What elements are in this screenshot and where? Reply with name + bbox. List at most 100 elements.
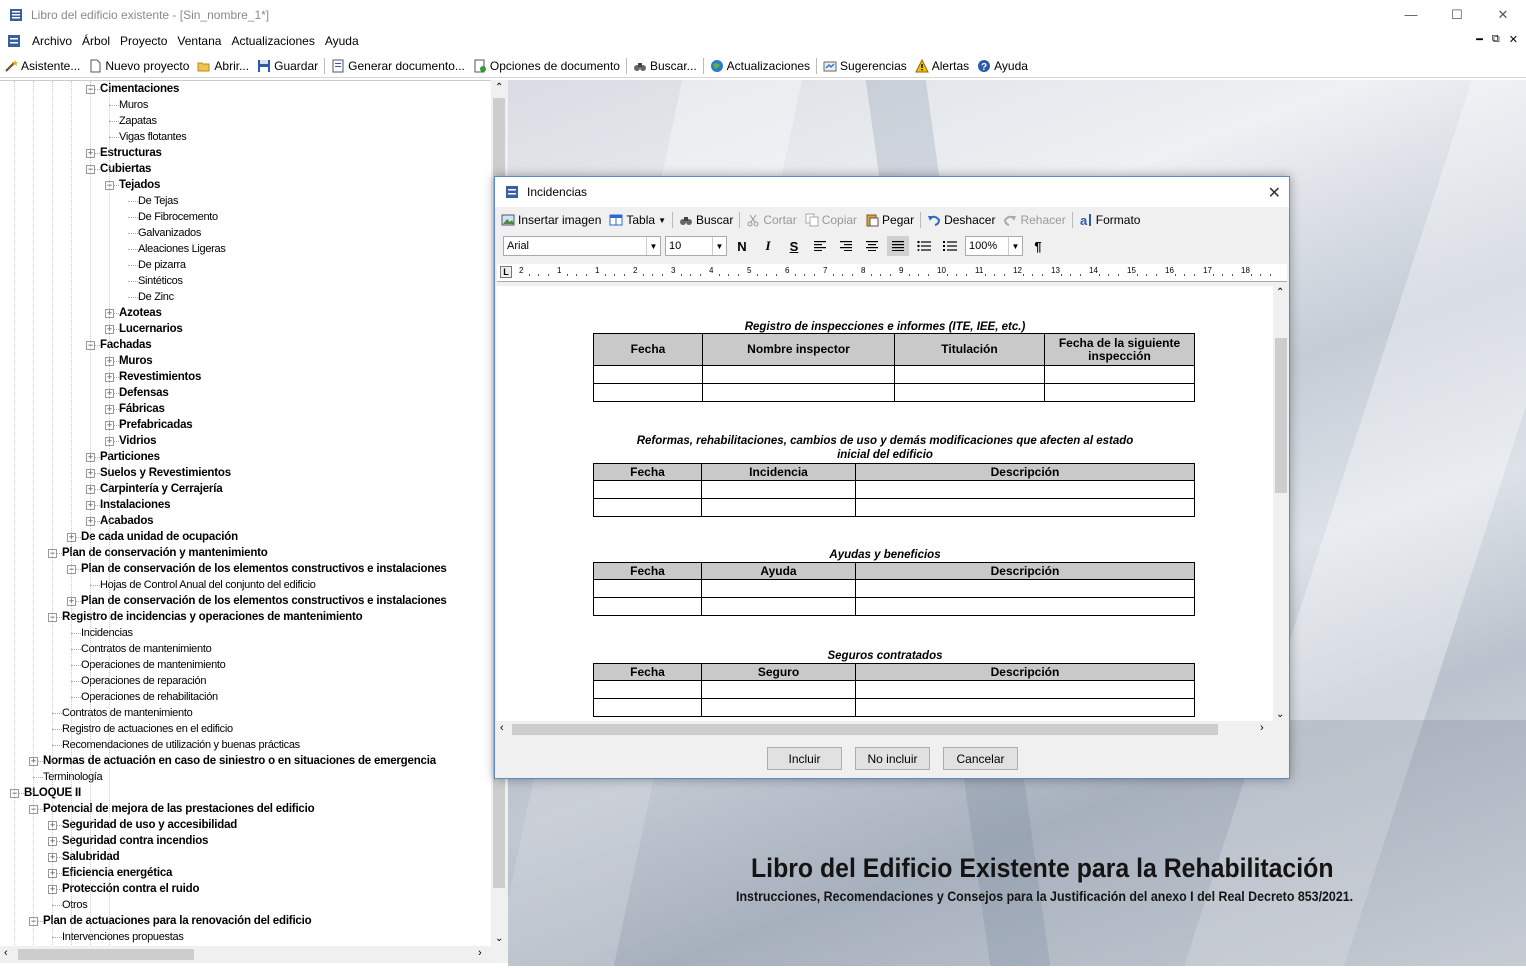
table-cell[interactable] (855, 680, 1195, 699)
table-cell[interactable] (701, 480, 856, 499)
actualizaciones-button[interactable]: Actualizaciones (706, 59, 814, 73)
table-cell[interactable] (855, 480, 1195, 499)
table-cell[interactable] (593, 597, 702, 616)
table-cell[interactable] (855, 498, 1195, 517)
close-window-button[interactable]: ✕ (1480, 0, 1526, 29)
no-incluir-button[interactable]: No incluir (855, 747, 930, 770)
generar-documento-button[interactable]: Generar documento... (327, 59, 469, 73)
tree-node[interactable]: Plan de conservación y mantenimiento (62, 545, 268, 561)
tree-node[interactable]: De Tejas (138, 193, 179, 209)
table-cell[interactable] (855, 698, 1195, 717)
scroll-up-icon[interactable]: ⌃ (1276, 287, 1284, 298)
table-cell[interactable] (701, 579, 856, 598)
tree-node[interactable]: Lucernarios (119, 321, 183, 337)
minimize-button[interactable]: — (1388, 0, 1434, 29)
table-cell[interactable] (701, 680, 856, 699)
pegar-button[interactable]: Pegar (861, 213, 918, 227)
tree-node[interactable]: Cimentaciones (100, 81, 179, 97)
table-cell[interactable] (593, 698, 702, 717)
sugerencias-button[interactable]: Sugerencias (819, 59, 911, 73)
table-cell[interactable] (593, 365, 703, 384)
tree-node[interactable]: Fábricas (119, 401, 165, 417)
dialog-close-icon[interactable]: ✕ (1268, 183, 1281, 203)
scroll-right-icon[interactable]: › (478, 947, 482, 959)
table-cell[interactable] (855, 597, 1195, 616)
tree-node[interactable]: Potencial de mejora de las prestaciones … (43, 801, 315, 817)
pilcrow-icon[interactable]: ¶ (1027, 236, 1049, 256)
tree-node[interactable]: Muros (119, 97, 148, 113)
insertar-imagen-button[interactable]: Insertar imagen (497, 213, 605, 227)
tree-node[interactable]: Defensas (119, 385, 169, 401)
tree-node[interactable]: Plan de conservación de los elementos co… (81, 561, 447, 577)
table-cell[interactable] (702, 383, 895, 402)
tree-node[interactable]: Tejados (119, 177, 160, 193)
tree-node[interactable]: Muros (119, 353, 153, 369)
tree-node[interactable]: Operaciones de rehabilitación (81, 689, 218, 705)
tree-node[interactable]: Operaciones de mantenimiento (81, 657, 226, 673)
tree-node[interactable]: De Fibrocemento (138, 209, 218, 225)
maximize-button[interactable]: ☐ (1434, 0, 1480, 29)
table-cell[interactable] (894, 383, 1045, 402)
tree-node[interactable]: De Zinc (138, 289, 174, 305)
italic-icon[interactable]: I (757, 236, 779, 256)
tree-node[interactable]: Zapatas (119, 113, 157, 129)
menu-actualizaciones[interactable]: Actualizaciones (226, 34, 319, 48)
tree-node[interactable]: Fachadas (100, 337, 152, 353)
scroll-down-icon[interactable]: ⌄ (495, 933, 503, 944)
editor-scroll-thumb[interactable] (1275, 338, 1287, 493)
menu-ayuda[interactable]: Ayuda (320, 34, 364, 48)
tree-node[interactable]: Carpintería y Cerrajería (100, 481, 223, 497)
tree-node[interactable]: Incidencias (81, 625, 133, 641)
mdi-restore-icon[interactable]: ⧉ (1492, 33, 1500, 46)
abrir-button[interactable]: Abrir... (193, 59, 253, 73)
tree-node[interactable]: Registro de incidencias y operaciones de… (62, 609, 363, 625)
table-cell[interactable] (701, 597, 856, 616)
tree-node[interactable]: Suelos y Revestimientos (100, 465, 231, 481)
table-cell[interactable] (593, 579, 702, 598)
tree-node[interactable]: Plan de conservación de los elementos co… (81, 593, 447, 609)
bold-icon[interactable]: N (731, 236, 753, 256)
align-left-icon[interactable] (809, 236, 831, 256)
tree-node[interactable]: Cubiertas (100, 161, 151, 177)
table-cell[interactable] (894, 365, 1045, 384)
tree-node[interactable]: Azoteas (119, 305, 162, 321)
tree-node[interactable]: Hojas de Control Anual del conjunto del … (100, 577, 316, 593)
align-center-icon[interactable] (861, 236, 883, 256)
tree-node[interactable]: De cada unidad de ocupación (81, 529, 238, 545)
table-cell[interactable] (855, 579, 1195, 598)
align-right-icon[interactable] (835, 236, 857, 256)
tree-node[interactable]: Otros (62, 897, 88, 913)
scroll-left-icon[interactable]: ‹ (4, 947, 8, 959)
deshacer-button[interactable]: Deshacer (923, 213, 999, 227)
rehacer-button[interactable]: Rehacer (999, 213, 1069, 227)
copiar-button[interactable]: Copiar (801, 213, 861, 227)
scroll-left-icon[interactable]: ‹ (500, 722, 504, 734)
tree-node[interactable]: Recomendaciones de utilización y buenas … (62, 737, 300, 753)
tree-node[interactable]: Revestimientos (119, 369, 201, 385)
editor-vertical-scrollbar[interactable]: ⌃ ⌄ (1273, 286, 1289, 721)
tree-node[interactable]: Sintéticos (138, 273, 183, 289)
table-cell[interactable] (701, 698, 856, 717)
alertas-button[interactable]: Alertas (911, 58, 973, 73)
tree-node[interactable]: Normas de actuación en caso de siniestro… (43, 753, 436, 769)
scroll-up-icon[interactable]: ⌃ (495, 82, 503, 93)
table-cell[interactable] (1044, 365, 1195, 384)
justify-icon[interactable] (887, 236, 909, 256)
incluir-button[interactable]: Incluir (767, 747, 842, 770)
tree-node[interactable]: Operaciones de reparación (81, 673, 207, 689)
tree-hscroll-thumb[interactable] (18, 949, 194, 960)
bullet-list-icon[interactable] (913, 236, 935, 256)
tree-node[interactable]: Instalaciones (100, 497, 170, 513)
table-cell[interactable] (701, 498, 856, 517)
formato-button[interactable]: a Formato (1075, 213, 1145, 227)
tree-node[interactable]: Registro de actuaciones en el edificio (62, 721, 233, 737)
tree-node[interactable]: Galvanizados (138, 225, 201, 241)
tree-node[interactable]: Contratos de mantenimiento (81, 641, 212, 657)
opciones-documento-button[interactable]: Opciones de documento (469, 59, 624, 73)
tree-node[interactable]: Prefabricadas (119, 417, 193, 433)
ayuda-button[interactable]: ? Ayuda (973, 59, 1032, 73)
tree-node[interactable]: Acabados (100, 513, 154, 529)
ruler[interactable]: 2 1 1 2 3 4 5 6 7 8 9 10 11 12 13 14 15 16 17 18 L (497, 264, 1287, 282)
tree-node[interactable]: Vidrios (119, 433, 157, 449)
editor-horizontal-scrollbar[interactable]: ‹ › (496, 721, 1274, 738)
